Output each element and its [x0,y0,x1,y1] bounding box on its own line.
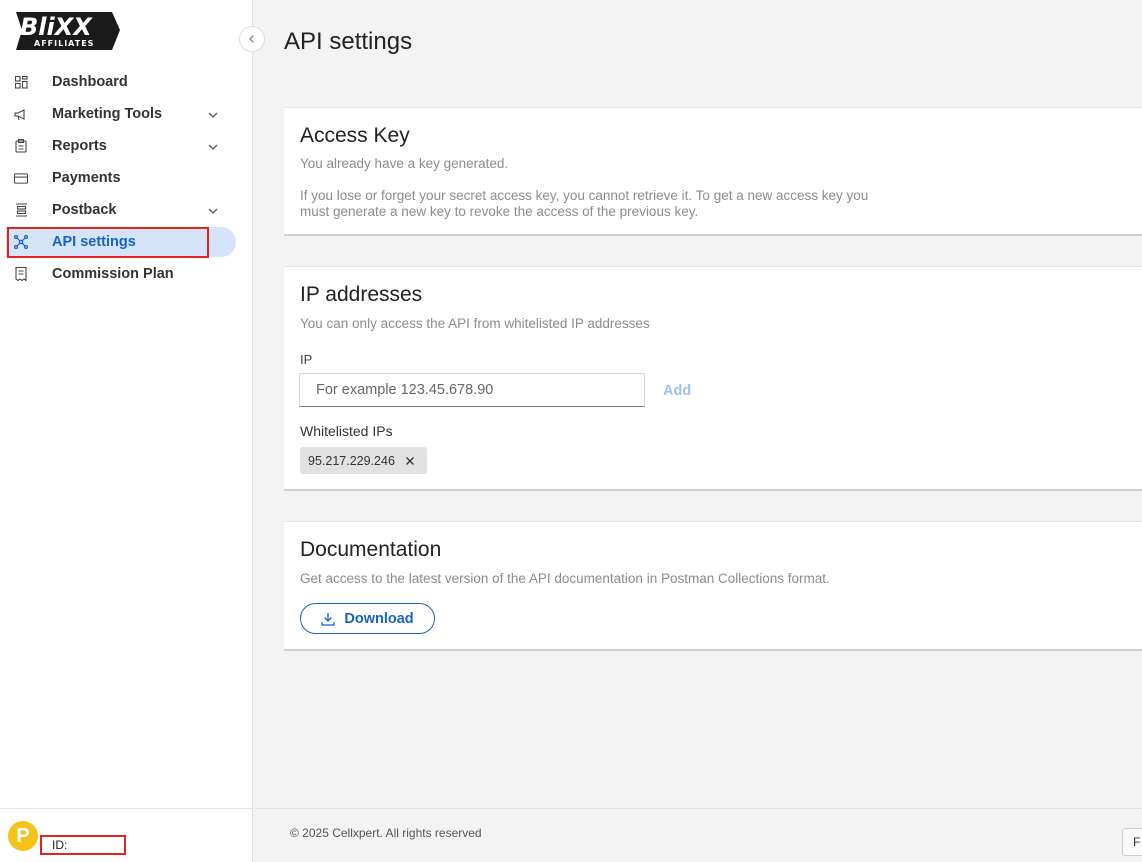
document-icon [14,267,28,281]
page-footer: © 2025 Cellxpert. All rights reserved F [254,808,1142,862]
sidebar-item-label: Reports [52,138,107,154]
sidebar-item-label: Commission Plan [52,266,174,282]
access-key-info-line1: If you lose or forget your secret access… [300,188,869,203]
sidebar-item-label: Postback [52,202,117,218]
sidebar-item-label: Payments [52,170,121,186]
sidebar-item-label: Marketing Tools [52,106,163,122]
clipboard-icon [14,139,28,153]
sidebar-item-commission-plan[interactable]: Commission Plan [0,258,253,290]
collapse-sidebar-button[interactable] [239,26,265,52]
highlight-box [7,227,209,258]
documentation-card: Documentation Get access to the latest v… [284,521,1142,651]
ip-field-label: IP [300,352,313,367]
avatar[interactable]: P [8,821,38,851]
page-title: API settings [284,28,413,55]
card-icon [14,171,28,185]
copyright-text: © 2025 Cellxpert. All rights reserved [290,826,482,840]
download-button[interactable]: Download [300,603,435,634]
ip-addresses-description: You can only access the API from whiteli… [300,316,650,331]
sidebar-item-label: Dashboard [52,74,128,90]
ip-input[interactable] [299,373,645,407]
access-key-status: You already have a key generated. [300,156,509,171]
main-content: API settings Access Key You already have… [254,0,1142,862]
chevron-left-icon [247,34,257,44]
whitelisted-ip-chip: 95.217.229.246 [300,447,427,474]
chevron-down-icon[interactable] [207,140,219,152]
sidebar-item-dashboard[interactable]: Dashboard [0,66,253,98]
dashboard-icon [14,75,28,89]
sidebar-item-payments[interactable]: Payments [0,162,253,194]
download-icon [321,612,336,626]
chevron-down-icon[interactable] [207,204,219,216]
chevron-down-icon[interactable] [207,108,219,120]
ip-addresses-card: IP addresses You can only access the API… [284,266,1142,491]
access-key-info-line2: must generate a new key to revoke the ac… [300,204,699,219]
add-ip-button[interactable]: Add [663,383,691,399]
sidebar-item-marketing-tools[interactable]: Marketing Tools [0,98,253,130]
corner-button[interactable]: F [1122,828,1142,856]
sidebar-item-reports[interactable]: Reports [0,130,253,162]
sidebar-item-postback[interactable]: Postback [0,194,253,226]
svg-text:BliXX: BliXX [20,13,93,41]
access-key-title: Access Key [300,124,410,147]
sidebar-item-api-settings[interactable]: API settings [0,226,253,258]
ip-addresses-title: IP addresses [300,283,423,306]
remove-ip-icon[interactable] [405,456,415,466]
postback-icon [14,203,28,217]
documentation-description: Get access to the latest version of the … [300,571,830,586]
brand-logo[interactable]: BliXX AFFILIATES [12,10,122,52]
access-key-card: Access Key You already have a key genera… [284,107,1142,236]
whitelisted-ips-label: Whitelisted IPs [300,423,393,439]
documentation-title: Documentation [300,538,442,561]
sidebar-user: P ID: [0,808,253,862]
megaphone-icon [14,107,28,121]
sidebar-nav: Dashboard Marketing Tools Reports Paymen… [0,66,253,290]
sidebar: BliXX AFFILIATES Dashboard Marketing Too… [0,0,253,862]
download-label: Download [344,610,414,627]
whitelisted-ip-value: 95.217.229.246 [308,453,395,468]
svg-text:AFFILIATES: AFFILIATES [34,39,94,48]
user-id: ID: [40,835,126,855]
